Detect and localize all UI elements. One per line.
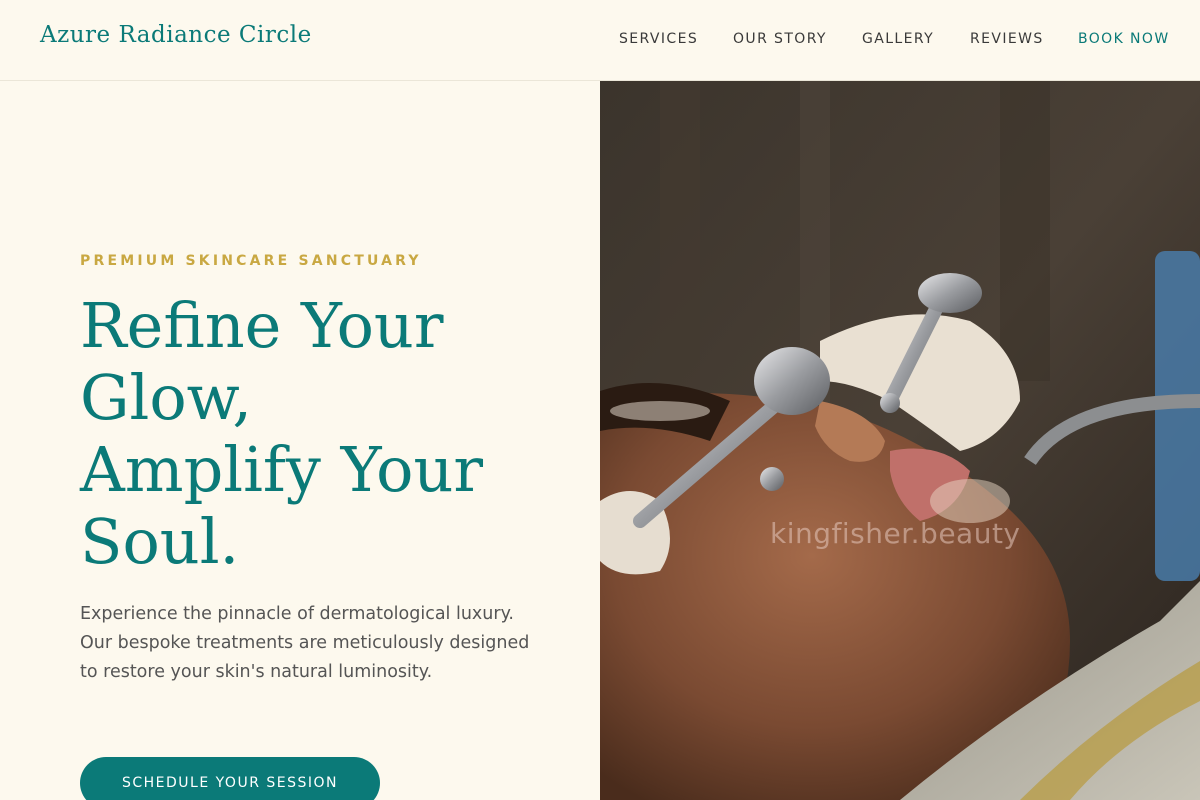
hero-headline: Refine Your Glow, Amplify Your Soul.	[80, 290, 580, 578]
headline-line: Glow,	[80, 361, 253, 434]
site-header: Azure Radiance Circle SERVICES OUR STORY…	[0, 0, 1200, 81]
hero-image: kingfisher.beauty	[600, 81, 1200, 800]
facial-treatment-photo	[600, 81, 1200, 800]
hero-description: Experience the pinnacle of dermatologica…	[80, 604, 530, 682]
nav-book-now[interactable]: BOOK NOW	[1078, 31, 1170, 47]
nav-services[interactable]: SERVICES	[619, 31, 698, 47]
schedule-session-button[interactable]: SCHEDULE YOUR SESSION	[80, 757, 380, 800]
headline-line: Soul.	[80, 505, 240, 578]
headline-line: Refine Your	[80, 289, 444, 362]
nav-reviews[interactable]: REVIEWS	[970, 31, 1044, 47]
hero-eyebrow: PREMIUM SKINCARE SANCTUARY	[80, 253, 422, 269]
main-nav: SERVICES OUR STORY GALLERY REVIEWS BOOK …	[0, 31, 1200, 51]
nav-gallery[interactable]: GALLERY	[862, 31, 934, 47]
nav-our-story[interactable]: OUR STORY	[733, 31, 827, 47]
image-watermark: kingfisher.beauty	[770, 517, 1021, 550]
headline-line: Amplify Your	[80, 433, 484, 506]
